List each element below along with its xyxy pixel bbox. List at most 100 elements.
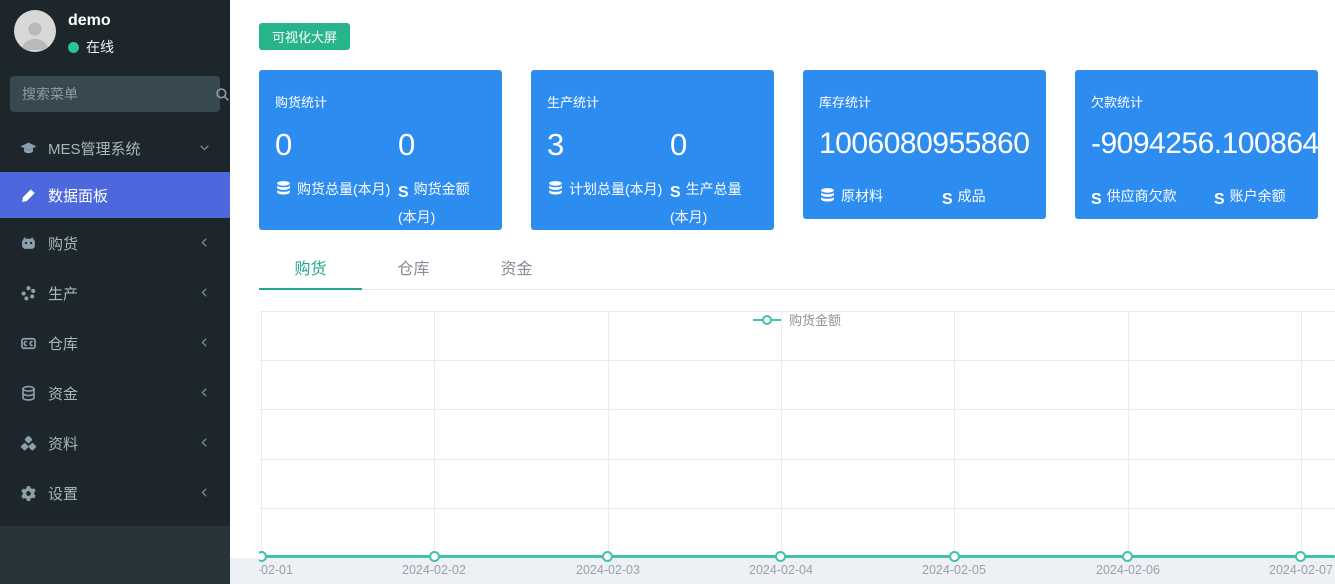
search-input[interactable] — [10, 86, 215, 102]
data-point-marker — [775, 551, 786, 562]
visualization-big-screen-button[interactable]: 可视化大屏 — [259, 23, 350, 50]
sidebar-search — [10, 76, 220, 112]
sidebar-item-label: 设置 — [48, 483, 78, 504]
stat-card-title: 生产统计 — [547, 92, 758, 111]
x-axis-label: 2024-02-04 — [736, 563, 826, 577]
dashboard-icon — [18, 185, 38, 205]
stat-value: 0 — [398, 127, 486, 163]
chevron-left-icon — [199, 485, 210, 502]
materials-icon — [18, 433, 38, 453]
chart-grid — [259, 311, 1335, 557]
chevron-down-icon — [199, 140, 210, 157]
person-icon — [18, 18, 52, 52]
h-gridline — [259, 508, 1335, 509]
v-gridline — [954, 311, 955, 557]
search-icon[interactable] — [215, 87, 230, 102]
stat-metric: S账户余额 — [1214, 185, 1302, 213]
v-gridline — [781, 311, 782, 557]
main-content: 可视化大屏 购货统计00购货总量(本月)S购货金额(本月)生产统计30计划总量(… — [230, 0, 1335, 584]
user-panel: demo 在线 — [0, 0, 230, 66]
money-icon: S — [942, 187, 953, 213]
tab-仓库[interactable]: 仓库 — [362, 252, 465, 290]
stat-values-row: 00 — [275, 127, 486, 163]
chart-tabs: 购货仓库资金 — [259, 252, 1335, 290]
stat-label: 供应商欠款 — [1107, 188, 1177, 204]
x-axis-label: 2024-02-01 — [259, 563, 306, 577]
sidebar-item-label: 资料 — [48, 433, 78, 454]
stat-card-title: 购货统计 — [275, 92, 486, 111]
data-point-marker — [429, 551, 440, 562]
sidebar-item-production[interactable]: 生产 — [0, 268, 230, 318]
stat-card: 购货统计 00 购货总量(本月)S购货金额(本月) — [259, 70, 502, 230]
x-axis-label: 2024-02-02 — [389, 563, 479, 577]
sidebar-item-purchase[interactable]: 购货 — [0, 218, 230, 268]
sidebar-item-label: 数据面板 — [48, 185, 108, 206]
v-gridline — [1301, 311, 1302, 557]
avatar — [14, 10, 56, 52]
stat-card: 库存统计 1006080955860 原材料 S 成品 — [803, 70, 1046, 219]
stat-value: 1006080955860 — [819, 127, 1030, 162]
money-icon: S — [670, 180, 681, 206]
tab-购货[interactable]: 购货 — [259, 252, 362, 290]
data-point-marker — [259, 551, 267, 562]
purchase-line-chart: 购货金额2024-02-012024-02-022024-02-032024-0… — [259, 296, 1335, 584]
funds-icon — [18, 383, 38, 403]
chevron-left-icon — [199, 435, 210, 452]
v-gridline — [261, 311, 262, 557]
v-gridline — [434, 311, 435, 557]
production-icon — [18, 283, 38, 303]
x-axis-label: 2024-02-05 — [909, 563, 999, 577]
stat-card: 生产统计 30 计划总量(本月) S生产总量(本月) — [531, 70, 774, 230]
warehouse-icon — [18, 333, 38, 353]
stat-cards-row: 购货统计00购货总量(本月)S购货金额(本月)生产统计30计划总量(本月)S生产… — [259, 70, 1318, 230]
stat-label: 成品 — [958, 188, 986, 204]
data-point-marker — [949, 551, 960, 562]
sidebar-item-label: MES管理系统 — [48, 138, 141, 159]
stat-labels-row: S供应商欠款S账户余额 — [1091, 176, 1302, 213]
stat-card-title: 库存统计 — [819, 92, 1030, 111]
data-point-marker — [1295, 551, 1306, 562]
sidebar-menu-container: demo 在线 MES管理系统数据面板购货生产仓库资金资料设置 — [0, 0, 230, 526]
stat-labels-row: 原材料 S 成品 — [819, 176, 1030, 213]
sidebar-item-settings[interactable]: 设置 — [0, 468, 230, 518]
stat-value: 3 — [547, 127, 670, 163]
stat-value: 0 — [670, 127, 758, 163]
user-name: demo — [68, 12, 111, 30]
stat-metric: S生产总量(本月) — [670, 178, 758, 229]
stat-value: -9094256.1008644 — [1091, 127, 1302, 162]
sidebar-item-materials[interactable]: 资料 — [0, 418, 230, 468]
stat-labels-row: 购货总量(本月)S购货金额(本月) — [275, 169, 486, 229]
settings-icon — [18, 483, 38, 503]
chevron-left-icon — [199, 285, 210, 302]
h-gridline — [259, 311, 1335, 312]
sidebar: demo 在线 MES管理系统数据面板购货生产仓库资金资料设置 — [0, 0, 230, 584]
user-status: 在线 — [68, 37, 114, 57]
stat-labels-row: 计划总量(本月) S生产总量(本月) — [547, 169, 758, 229]
stat-metric: 购货总量(本月) — [275, 178, 398, 229]
database-icon — [547, 180, 564, 197]
sidebar-item-funds[interactable]: 资金 — [0, 368, 230, 418]
stat-metric: 原材料 — [819, 185, 942, 213]
sidebar-menu: MES管理系统数据面板购货生产仓库资金资料设置 — [0, 124, 230, 518]
tab-资金[interactable]: 资金 — [465, 252, 568, 290]
chevron-left-icon — [199, 385, 210, 402]
stat-metric: 计划总量(本月) — [547, 178, 670, 229]
h-gridline — [259, 459, 1335, 460]
v-gridline — [608, 311, 609, 557]
online-status-icon — [68, 42, 79, 53]
sidebar-item-label: 仓库 — [48, 333, 78, 354]
v-gridline — [1128, 311, 1129, 557]
stat-card: 欠款统计-9094256.1008644S供应商欠款S账户余额 — [1075, 70, 1318, 219]
data-point-marker — [602, 551, 613, 562]
sidebar-item-mes-root[interactable]: MES管理系统 — [0, 124, 230, 172]
stat-label: 账户余额 — [1230, 188, 1286, 204]
x-axis-label: 2024-02-03 — [563, 563, 653, 577]
stat-label: 计划总量(本月) — [569, 181, 662, 197]
database-icon — [275, 180, 292, 197]
sidebar-item-warehouse[interactable]: 仓库 — [0, 318, 230, 368]
h-gridline — [259, 360, 1335, 361]
graduation-cap-icon — [18, 138, 38, 158]
x-axis-label: 2024-02-06 — [1083, 563, 1173, 577]
sidebar-item-dashboard[interactable]: 数据面板 — [0, 172, 230, 218]
stat-label: 原材料 — [841, 188, 883, 204]
